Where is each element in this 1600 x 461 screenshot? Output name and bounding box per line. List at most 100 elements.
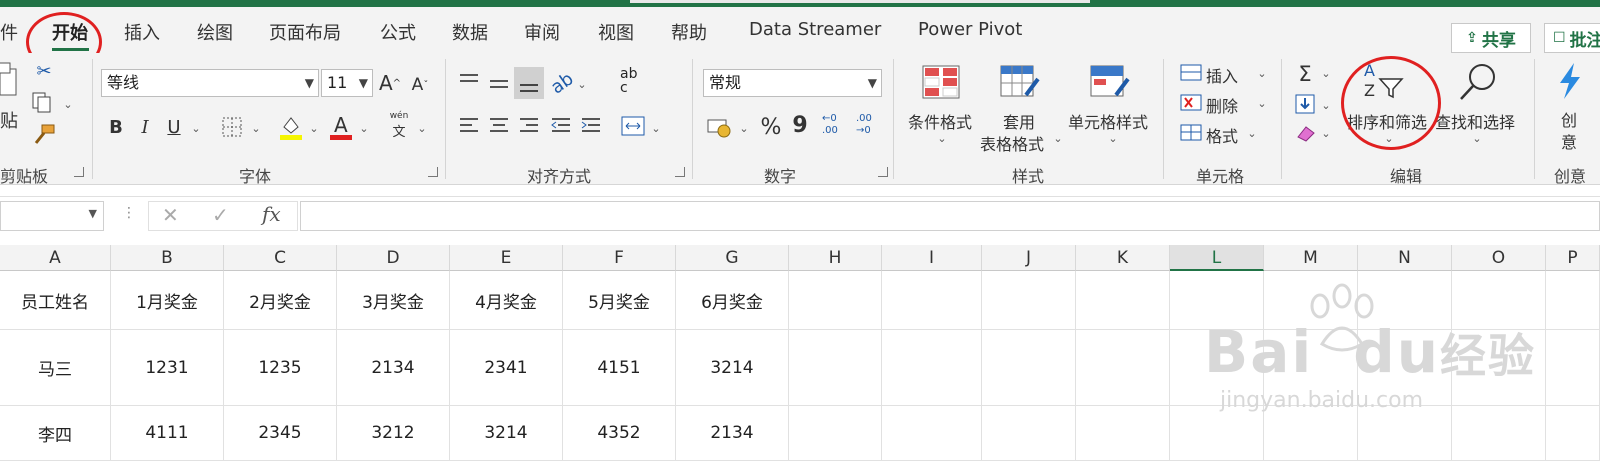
underline-dropdown-icon[interactable]: ⌄ (190, 119, 202, 137)
column-header-p[interactable]: P (1546, 245, 1600, 271)
creative-label-bottom[interactable]: 意 (1561, 129, 1577, 153)
font-color-dropdown-icon[interactable]: ⌄ (358, 119, 370, 137)
merge-center-icon[interactable] (620, 113, 646, 139)
column-header-k[interactable]: K (1076, 245, 1170, 271)
comma-style-button[interactable]: 9 (790, 111, 810, 139)
fill-icon[interactable] (1294, 93, 1318, 115)
cell-i3[interactable] (882, 406, 982, 461)
autosum-dropdown-icon[interactable]: ⌄ (1320, 65, 1332, 81)
cell-h3[interactable] (789, 406, 882, 461)
tab-data[interactable]: 数据 (452, 19, 488, 45)
cell-b1[interactable]: 1月奖金 (111, 271, 224, 330)
cell-c1[interactable]: 2月奖金 (224, 271, 337, 330)
cell-p2[interactable] (1546, 330, 1600, 406)
font-size-select[interactable]: 11 ▼ (321, 69, 373, 97)
autosum-icon[interactable]: Σ (1294, 61, 1316, 87)
cancel-icon[interactable]: ✕ (162, 203, 179, 227)
format-cells-icon[interactable] (1180, 123, 1204, 143)
cell-h2[interactable] (789, 330, 882, 406)
column-header-c[interactable]: C (224, 245, 337, 271)
orientation-icon[interactable]: ab (544, 65, 580, 102)
cell-k2[interactable] (1076, 330, 1170, 406)
delete-cells-label[interactable]: 删除 (1206, 93, 1238, 117)
number-format-select[interactable]: 常规 ▼ (703, 69, 882, 97)
phonetic-guide-icon[interactable]: wén 文 (386, 111, 412, 141)
cell-j3[interactable] (982, 406, 1076, 461)
cell-styles-dropdown-icon[interactable]: ⌄ (1107, 131, 1119, 145)
percent-style-button[interactable]: % (758, 113, 784, 141)
tab-draw[interactable]: 绘图 (197, 19, 233, 45)
column-header-a[interactable]: A (0, 245, 111, 271)
insert-cells-icon[interactable] (1180, 63, 1204, 83)
delete-cells-icon[interactable] (1180, 93, 1204, 113)
cell-m3[interactable] (1264, 406, 1358, 461)
find-select-dropdown-icon[interactable]: ⌄ (1471, 131, 1483, 145)
cell-g2[interactable]: 3214 (676, 330, 789, 406)
enter-icon[interactable]: ✓ (212, 203, 229, 227)
column-header-e[interactable]: E (450, 245, 563, 271)
copy-icon[interactable] (30, 91, 58, 115)
cell-p3[interactable] (1546, 406, 1600, 461)
conditional-formatting-icon[interactable] (922, 65, 960, 99)
cell-c2[interactable]: 1235 (224, 330, 337, 406)
cell-i2[interactable] (882, 330, 982, 406)
merge-dropdown-icon[interactable]: ⌄ (650, 119, 662, 137)
column-header-j[interactable]: J (982, 245, 1076, 271)
tab-review[interactable]: 审阅 (524, 19, 560, 45)
cell-a2[interactable]: 马三 (0, 330, 111, 406)
cell-e1[interactable]: 4月奖金 (450, 271, 563, 330)
shrink-font-icon[interactable]: Aˇ (408, 71, 432, 99)
cell-d2[interactable]: 2134 (337, 330, 450, 406)
conditional-formatting-label[interactable]: 条件格式 (908, 109, 972, 133)
lightning-icon[interactable] (1554, 61, 1586, 101)
clipboard-launcher-icon[interactable] (74, 167, 84, 177)
cell-b2[interactable]: 1231 (111, 330, 224, 406)
cell-d1[interactable]: 3月奖金 (337, 271, 450, 330)
tab-page-layout[interactable]: 页面布局 (269, 19, 341, 45)
format-dropdown-icon[interactable]: ⌄ (1246, 125, 1258, 141)
tab-data-streamer[interactable]: Data Streamer (749, 19, 881, 40)
name-box[interactable]: ▼ (0, 201, 104, 231)
grow-font-icon[interactable]: A ^ (378, 69, 402, 97)
cell-g3[interactable]: 2134 (676, 406, 789, 461)
column-header-d[interactable]: D (337, 245, 450, 271)
paste-label[interactable]: 贴 (0, 107, 18, 133)
format-painter-icon[interactable] (32, 123, 56, 145)
format-cells-label[interactable]: 格式 (1206, 123, 1238, 147)
font-color-icon[interactable]: A (328, 113, 354, 141)
creative-label-top[interactable]: 创 (1561, 107, 1577, 131)
underline-button[interactable]: U (163, 115, 185, 139)
column-header-i[interactable]: I (882, 245, 982, 271)
insert-cells-label[interactable]: 插入 (1206, 63, 1238, 87)
find-select-icon[interactable] (1456, 61, 1500, 105)
cell-f1[interactable]: 5月奖金 (563, 271, 676, 330)
cell-styles-label[interactable]: 单元格样式 (1068, 109, 1148, 133)
cell-h1[interactable] (789, 271, 882, 330)
tab-power-pivot[interactable]: Power Pivot (918, 19, 1022, 40)
cell-d3[interactable]: 3212 (337, 406, 450, 461)
fill-dropdown-icon[interactable]: ⌄ (1320, 97, 1332, 113)
column-header-b[interactable]: B (111, 245, 224, 271)
fill-color-dropdown-icon[interactable]: ⌄ (308, 119, 320, 137)
alignment-launcher-icon[interactable] (675, 167, 685, 177)
format-as-table-label-top[interactable]: 套用 (1003, 109, 1035, 133)
cell-j1[interactable] (982, 271, 1076, 330)
formula-input[interactable] (300, 201, 1600, 231)
cell-k1[interactable] (1076, 271, 1170, 330)
conditional-dropdown-icon[interactable]: ⌄ (936, 131, 948, 145)
borders-icon[interactable] (220, 115, 244, 139)
column-header-f[interactable]: F (563, 245, 676, 271)
phonetic-dropdown-icon[interactable]: ⌄ (416, 119, 428, 137)
formula-bar-handle-icon[interactable]: ⋮ (122, 205, 136, 221)
cell-k3[interactable] (1076, 406, 1170, 461)
table-dropdown-icon[interactable]: ⌄ (1052, 131, 1064, 145)
column-header-m[interactable]: M (1264, 245, 1358, 271)
cell-j2[interactable] (982, 330, 1076, 406)
accounting-format-icon[interactable] (706, 115, 734, 139)
delete-dropdown-icon[interactable]: ⌄ (1256, 95, 1268, 111)
clear-icon[interactable] (1294, 123, 1318, 143)
tab-view[interactable]: 视图 (598, 19, 634, 45)
column-header-n[interactable]: N (1358, 245, 1452, 271)
format-as-table-icon[interactable] (1000, 65, 1042, 99)
format-as-table-label-bottom[interactable]: 表格格式 (980, 131, 1044, 155)
